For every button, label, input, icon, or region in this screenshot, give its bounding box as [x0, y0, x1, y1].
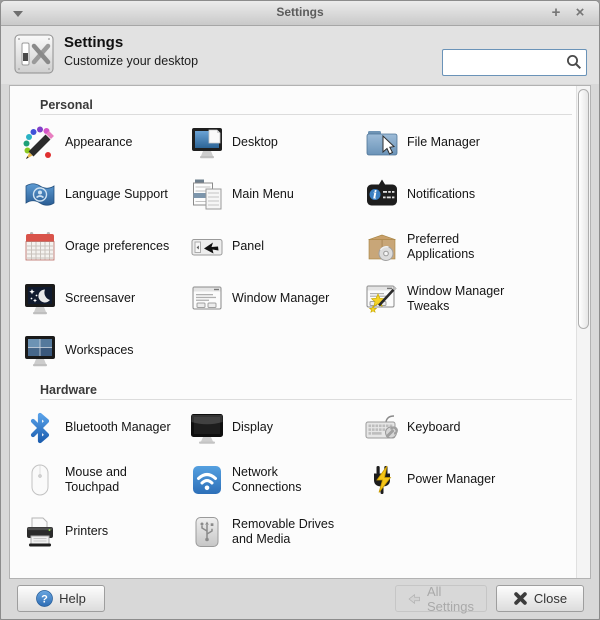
keyboard-icon [365, 415, 398, 439]
removable-drive-icon [195, 517, 219, 547]
appearance-icon [23, 126, 54, 159]
scrollbar-thumb[interactable] [578, 89, 589, 329]
settings-item-display[interactable]: Display [189, 402, 364, 454]
all-settings-label: All Settings [427, 583, 474, 614]
svg-text:i: i [373, 188, 377, 201]
language-support-icon [25, 183, 55, 206]
printer-icon [27, 517, 53, 547]
panel-icon [191, 239, 223, 256]
item-label: Preferred Applications [407, 231, 475, 261]
item-label: Screensaver [65, 291, 136, 306]
back-arrow-icon [408, 593, 420, 604]
item-label: Panel [232, 239, 264, 254]
svg-text:?: ? [41, 594, 48, 606]
page-subtitle: Customize your desktop [64, 54, 199, 68]
item-label: Orage preferences [65, 239, 170, 254]
main-menu-icon [193, 179, 222, 210]
search-icon [567, 55, 582, 70]
bluetooth-icon [30, 412, 50, 444]
help-icon: ? [36, 590, 53, 607]
section-title-hardware: Hardware [40, 383, 97, 397]
item-label: Window Manager Tweaks [407, 283, 505, 313]
maximize-button[interactable]: + [545, 2, 567, 24]
settings-item-main-menu[interactable]: Main Menu [189, 169, 364, 221]
settings-item-removable-drives[interactable]: Removable Drives and Media [189, 506, 364, 558]
display-icon [191, 414, 223, 444]
close-window-button[interactable]: × [569, 2, 591, 24]
settings-item-power-manager[interactable]: Power Manager [364, 454, 576, 506]
file-manager-icon [366, 131, 398, 156]
search-input[interactable] [447, 51, 563, 74]
window-manager-tweaks-icon [366, 285, 397, 313]
item-label: Appearance [65, 135, 133, 150]
window-manager-icon [192, 286, 222, 310]
footer: ? Help All Settings Close [1, 579, 599, 619]
settings-item-keyboard[interactable]: Keyboard [364, 402, 576, 454]
settings-item-screensaver[interactable]: Screensaver [22, 273, 189, 325]
notifications-icon: i [367, 179, 397, 206]
settings-panel: Personal Appearance Desktop File Manager… [9, 85, 591, 579]
close-icon [514, 592, 527, 605]
screensaver-icon [25, 284, 55, 315]
item-label: Power Manager [407, 472, 496, 487]
settings-item-workspaces[interactable]: Workspaces [22, 325, 189, 377]
settings-item-network-connections[interactable]: Network Connections [189, 454, 364, 506]
close-button[interactable]: Close [496, 585, 584, 612]
titlebar[interactable]: Settings + × [1, 1, 599, 26]
header: Settings Customize your desktop [1, 26, 599, 84]
item-label: Printers [65, 524, 109, 539]
settings-item-panel[interactable]: Panel [189, 221, 364, 273]
close-label: Close [533, 591, 568, 606]
item-label: File Manager [407, 135, 480, 150]
settings-item-preferred-applications[interactable]: Preferred Applications [364, 221, 576, 273]
power-icon [374, 465, 392, 494]
item-label: Network Connections [232, 464, 302, 494]
settings-item-printers[interactable]: Printers [22, 506, 189, 558]
window-title: Settings [276, 5, 324, 19]
settings-item-orage-preferences[interactable]: Orage preferences [22, 221, 189, 273]
settings-item-file-manager[interactable]: File Manager [364, 117, 576, 169]
section-title-personal: Personal [40, 98, 93, 112]
calendar-icon [25, 232, 55, 261]
settings-app-icon [14, 34, 54, 74]
settings-item-appearance[interactable]: Appearance [22, 117, 189, 169]
item-label: Main Menu [232, 187, 294, 202]
mouse-icon [31, 464, 49, 496]
item-label: Window Manager [232, 291, 330, 306]
item-label: Display [232, 420, 273, 435]
page-title: Settings [64, 34, 124, 51]
workspaces-icon [25, 336, 55, 367]
personal-grid: Appearance Desktop File Manager Language… [22, 117, 576, 377]
all-settings-button[interactable]: All Settings [395, 583, 487, 614]
help-label: Help [59, 591, 86, 606]
search-box[interactable] [442, 49, 587, 76]
item-label: Notifications [407, 187, 476, 202]
item-label: Bluetooth Manager [65, 420, 171, 435]
hardware-grid: Bluetooth Manager Display Keyboard Mouse… [22, 402, 576, 558]
item-label: Mouse and Touchpad [65, 464, 127, 494]
settings-item-language-support[interactable]: Language Support [22, 169, 189, 221]
item-label: Keyboard [407, 420, 461, 435]
scrollbar-track[interactable] [576, 86, 590, 578]
settings-item-bluetooth-manager[interactable]: Bluetooth Manager [22, 402, 189, 454]
section-divider [40, 114, 572, 115]
item-label: Workspaces [65, 343, 134, 358]
item-label: Language Support [65, 187, 168, 202]
section-divider [40, 399, 572, 400]
item-label: Desktop [232, 135, 278, 150]
desktop-icon [192, 128, 222, 159]
settings-item-mouse-touchpad[interactable]: Mouse and Touchpad [22, 454, 189, 506]
settings-item-notifications[interactable]: i Notifications [364, 169, 576, 221]
preferred-applications-icon [368, 234, 396, 261]
settings-item-desktop[interactable]: Desktop [189, 117, 364, 169]
item-label: Removable Drives and Media [232, 516, 335, 546]
help-button[interactable]: ? Help [17, 585, 105, 612]
settings-window: Settings + × Settings Customize your des… [0, 0, 600, 620]
settings-item-window-manager[interactable]: Window Manager [189, 273, 364, 325]
settings-item-window-manager-tweaks[interactable]: Window Manager Tweaks [364, 273, 576, 325]
network-icon [193, 466, 221, 494]
